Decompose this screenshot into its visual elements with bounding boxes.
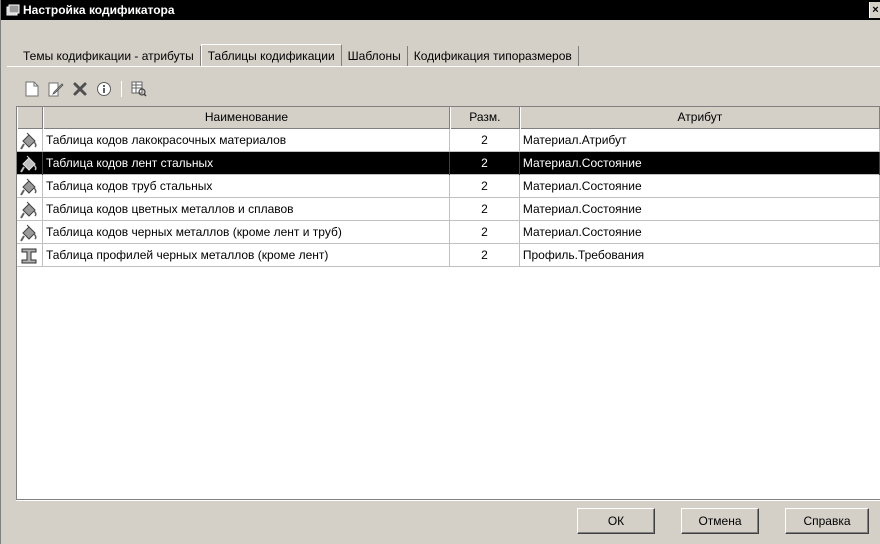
toolbar — [23, 78, 148, 100]
table-row[interactable]: Таблица кодов цветных металлов и сплавов… — [17, 198, 880, 221]
row-name: Таблица кодов лакокрасочных материалов — [43, 129, 450, 152]
paint-bucket-icon — [20, 201, 38, 219]
tab-size-codification[interactable]: Кодификация типоразмеров — [408, 46, 579, 66]
header-name[interactable]: Наименование — [42, 107, 450, 129]
row-name: Таблица кодов цветных металлов и сплавов — [43, 198, 450, 221]
row-size: 2 — [450, 198, 520, 221]
delete-icon — [73, 82, 87, 96]
paint-bucket-icon — [20, 155, 38, 173]
table-row[interactable]: Таблица кодов труб стальных 2 Материал.С… — [17, 175, 880, 198]
info-button[interactable] — [95, 80, 113, 98]
row-attribute: Материал.Атрибут — [520, 129, 880, 152]
row-attribute: Материал.Состояние — [520, 152, 880, 175]
close-button[interactable]: × — [869, 2, 880, 18]
window-title: Настройка кодификатора — [23, 3, 175, 17]
app-icon — [6, 4, 20, 16]
grid-header: Наименование Разм. Атрибут — [17, 107, 880, 129]
row-size: 2 — [450, 175, 520, 198]
paint-bucket-icon — [20, 178, 38, 196]
header-attribute[interactable]: Атрибут — [519, 107, 880, 129]
info-icon — [97, 82, 111, 96]
cancel-button[interactable]: Отмена — [681, 508, 759, 534]
edit-button[interactable] — [47, 80, 65, 98]
new-document-icon — [25, 81, 39, 97]
new-button[interactable] — [23, 80, 41, 98]
footer-divider — [16, 500, 880, 501]
table-row[interactable]: Таблица кодов черных металлов (кроме лен… — [17, 221, 880, 244]
row-size: 2 — [450, 129, 520, 152]
toolbar-separator — [121, 81, 122, 97]
row-icon-cell — [17, 175, 43, 198]
tab-themes-attributes[interactable]: Темы кодификации - атрибуты — [7, 46, 201, 66]
tab-bar: Темы кодификации - атрибуты Таблицы коди… — [7, 44, 579, 67]
title-bar[interactable]: Настройка кодификатора × — [1, 0, 880, 20]
header-size[interactable]: Разм. — [449, 107, 520, 129]
tab-divider — [7, 66, 880, 67]
row-size: 2 — [450, 244, 520, 267]
view-table-icon — [131, 81, 147, 97]
codification-tables-grid: Наименование Разм. Атрибут Таблица кодов… — [16, 106, 880, 500]
row-attribute: Материал.Состояние — [520, 221, 880, 244]
row-icon-cell — [17, 198, 43, 221]
row-attribute: Материал.Состояние — [520, 198, 880, 221]
edit-icon — [48, 82, 64, 97]
settings-window: Настройка кодификатора × Темы кодификаци… — [0, 0, 880, 544]
table-row[interactable]: Таблица профилей черных металлов (кроме … — [17, 244, 880, 267]
row-name: Таблица кодов лент стальных — [43, 152, 450, 175]
paint-bucket-icon — [20, 132, 38, 150]
row-attribute: Профиль.Требования — [520, 244, 880, 267]
table-row[interactable]: Таблица кодов лакокрасочных материалов 2… — [17, 129, 880, 152]
i-beam-icon — [21, 248, 37, 263]
help-button[interactable]: Справка — [785, 508, 869, 534]
row-size: 2 — [450, 152, 520, 175]
view-table-button[interactable] — [130, 80, 148, 98]
row-icon-cell — [17, 129, 43, 152]
row-icon-cell — [17, 244, 43, 267]
ok-button[interactable]: ОК — [577, 508, 655, 534]
header-icon-column — [17, 107, 43, 129]
row-icon-cell — [17, 152, 43, 175]
row-name: Таблица профилей черных металлов (кроме … — [43, 244, 450, 267]
delete-button[interactable] — [71, 80, 89, 98]
tab-codification-tables[interactable]: Таблицы кодификации — [200, 44, 342, 67]
row-size: 2 — [450, 221, 520, 244]
paint-bucket-icon — [20, 224, 38, 242]
row-name: Таблица кодов труб стальных — [43, 175, 450, 198]
row-icon-cell — [17, 221, 43, 244]
table-row-selected[interactable]: Таблица кодов лент стальных 2 Материал.С… — [17, 152, 880, 175]
row-name: Таблица кодов черных металлов (кроме лен… — [43, 221, 450, 244]
row-attribute: Материал.Состояние — [520, 175, 880, 198]
tab-templates[interactable]: Шаблоны — [342, 46, 408, 66]
